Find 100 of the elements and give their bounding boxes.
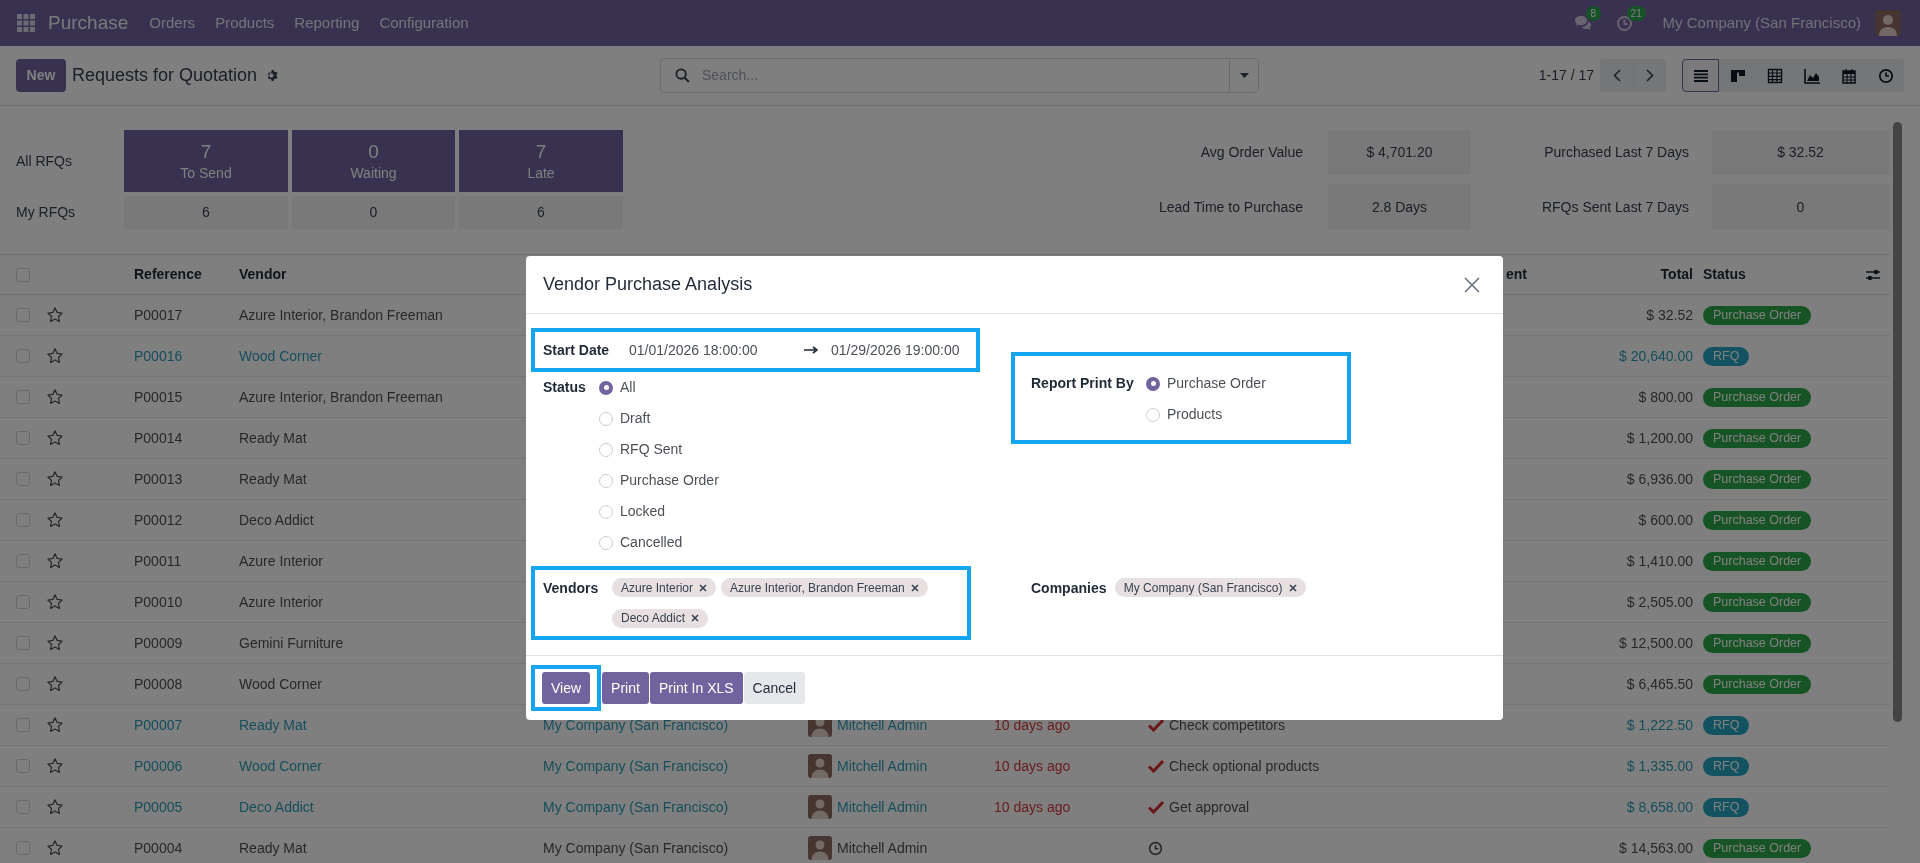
column-header[interactable]: Status [1703,264,1855,285]
status-badge: RFQ [1703,756,1750,776]
column-header[interactable]: Total [1586,264,1693,285]
checkbox[interactable] [16,267,30,282]
company-switcher[interactable]: My Company (San Francisco) [1662,11,1861,35]
app-name[interactable]: Purchase [48,8,129,38]
list-view-button[interactable] [1682,59,1719,92]
checkbox[interactable] [16,472,30,486]
new-button[interactable]: New [16,59,66,92]
app-grid-icon[interactable] [17,14,35,32]
close-icon[interactable] [1464,276,1480,293]
checkbox[interactable] [16,308,30,322]
star-icon[interactable] [46,757,64,775]
date-field[interactable]: 01/01/2026 18:00:00 [629,339,804,361]
dashboard-cell[interactable]: 0 [292,196,455,229]
option-label[interactable]: Draft [620,408,651,429]
table-cell-text: My Company (San Francisco) [543,756,730,776]
checkbox[interactable] [16,677,30,691]
dialog-button[interactable]: Cancel [743,672,806,704]
checkbox[interactable] [16,636,30,650]
column-header[interactable]: ent [1506,264,1586,285]
star-icon[interactable] [46,634,64,652]
checkbox[interactable] [16,718,30,732]
column-header[interactable]: Reference [134,264,239,285]
star-icon[interactable] [46,511,64,529]
menu-item[interactable]: Reporting [294,11,360,35]
table-cell-text: $ 32.52 [1645,305,1693,325]
column-settings-icon[interactable] [1865,267,1881,282]
check-icon[interactable] [1148,718,1164,732]
dashboard-cell[interactable]: 6 [459,196,623,229]
radio-button[interactable] [599,380,613,395]
menu-item[interactable]: Orders [149,11,196,35]
checkbox[interactable] [16,800,30,814]
status-badge: Purchase Order [1703,510,1812,530]
user-avatar[interactable] [1875,10,1901,36]
check-icon[interactable] [1148,759,1164,773]
remove-icon[interactable] [1288,583,1297,592]
previous-page-button[interactable] [1600,59,1633,92]
star-icon[interactable] [46,593,64,611]
menu-item[interactable]: Configuration [379,11,469,35]
star-icon[interactable] [46,429,64,447]
table-cell-text: Mitchell Admin [837,756,928,776]
checkbox[interactable] [16,554,30,568]
radio-button[interactable] [1146,407,1160,422]
tag-label: Azure Interior, Brandon Freeman [730,579,905,597]
star-icon[interactable] [46,347,64,365]
check-icon[interactable] [1148,800,1164,814]
field-label: Report Print By [1031,374,1135,393]
star-icon[interactable] [46,306,64,324]
star-icon[interactable] [46,798,64,816]
dashboard-tile[interactable]: 0 Waiting [292,130,455,192]
tag-label: My Company (San Francisco) [1123,579,1283,597]
dialog-button[interactable]: Print [602,672,649,704]
checkbox[interactable] [16,390,30,404]
radio-button[interactable] [599,411,613,426]
star-icon[interactable] [46,675,64,693]
checkbox[interactable] [16,841,30,855]
checkbox[interactable] [16,431,30,445]
dashboard-tile[interactable]: 7 Late [459,130,623,192]
remove-icon[interactable] [699,583,708,592]
table-cell-text: Wood Corner [239,674,323,694]
checkbox[interactable] [16,349,30,363]
star-icon[interactable] [46,839,64,857]
checkbox[interactable] [16,513,30,527]
radio-button[interactable] [1146,376,1160,391]
clock-icon[interactable] [1148,840,1163,856]
menu-item[interactable]: Products [215,11,275,35]
radio-button[interactable] [599,442,613,457]
kanban-view-button[interactable] [1719,59,1756,92]
option-label[interactable]: Products [1167,404,1223,425]
star-icon[interactable] [46,470,64,488]
radio-button[interactable] [599,473,613,488]
activity-view-button[interactable] [1867,59,1904,92]
search-icon[interactable] [675,68,690,83]
scrollbar-thumb[interactable] [1893,122,1902,722]
dashboard-cell[interactable]: 6 [124,196,288,229]
next-page-button[interactable] [1633,59,1666,92]
remove-icon[interactable] [910,583,919,592]
dialog-button[interactable]: View [542,672,591,704]
date-field[interactable]: 01/29/2026 19:00:00 [831,339,960,361]
star-icon[interactable] [46,552,64,570]
checkbox[interactable] [16,595,30,609]
radio-button[interactable] [599,504,613,519]
option-label[interactable]: Purchase Order [1167,373,1266,394]
chat-icon[interactable] [1573,15,1592,31]
option-label[interactable]: Locked [620,501,666,522]
settings-icon[interactable] [266,69,280,82]
dialog-button[interactable]: Print In XLS [649,672,743,704]
star-icon[interactable] [46,388,64,406]
option-label[interactable]: All [620,377,636,398]
pager-value[interactable]: 1-17 / 17 [1538,65,1594,86]
star-icon[interactable] [46,716,64,734]
remove-icon[interactable] [691,614,700,622]
option-label[interactable]: Purchase Order [620,470,719,491]
option-label[interactable]: Cancelled [620,532,683,553]
option-label[interactable]: RFQ Sent [620,439,683,460]
radio-button[interactable] [599,535,613,550]
dashboard-tile[interactable]: 7 To Send [124,130,288,192]
table-cell-text: Azure Interior [239,551,325,571]
checkbox[interactable] [16,759,30,773]
